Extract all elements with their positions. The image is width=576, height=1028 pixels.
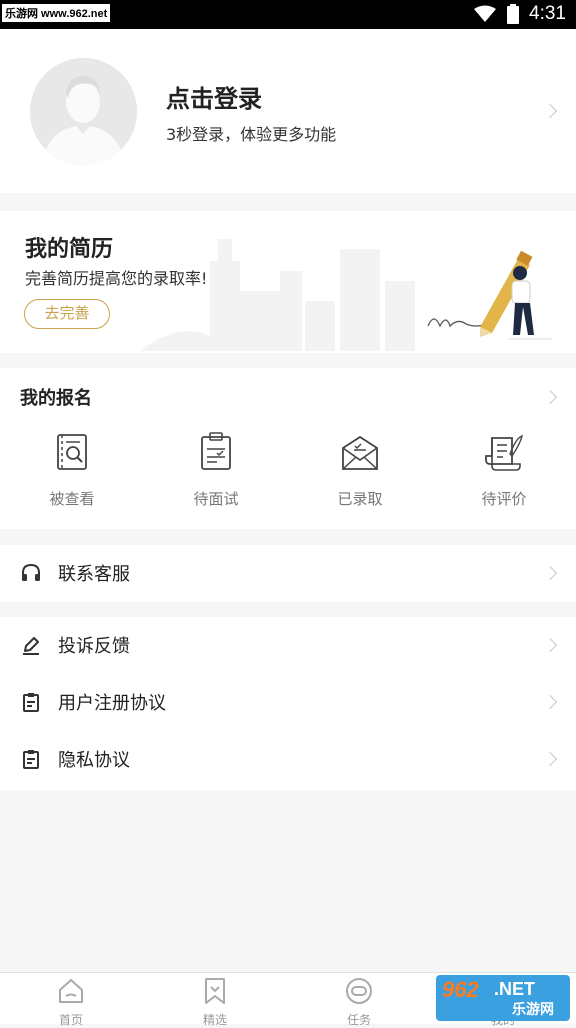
watermark-text: 乐游网 www.962.net xyxy=(2,4,111,22)
resume-subtitle: 完善简历提高您的录取率! xyxy=(25,269,208,288)
signup-item-pending-review[interactable]: 待评价 xyxy=(449,432,559,509)
signup-item-label: 待评价 xyxy=(481,490,527,508)
wifi-icon xyxy=(474,5,497,22)
login-title[interactable]: 点击登录 xyxy=(166,79,262,114)
tab-label: 任务 xyxy=(346,1013,371,1027)
resume-title: 我的简历 xyxy=(25,237,114,262)
menu-item-label: 用户注册协议 xyxy=(58,693,166,714)
profile-page: 点击登录 3秒登录，体验更多功能 我的简历 完善简历提高您的录取率! 去完善 我… xyxy=(0,29,576,972)
menu-item-privacy-policy[interactable]: 隐私协议 xyxy=(0,731,576,788)
chevron-right-icon xyxy=(542,637,558,653)
my-signups-card: 我的报名 被查看 待面试 已录取 待评价 xyxy=(0,368,576,529)
menu-item-label: 隐私协议 xyxy=(58,750,130,771)
scroll-review-icon xyxy=(485,434,523,471)
signup-item-label: 被查看 xyxy=(49,490,95,508)
menu-item-user-agreement[interactable]: 用户注册协议 xyxy=(0,674,576,731)
battery-icon xyxy=(507,4,520,24)
default-avatar-icon xyxy=(30,58,137,165)
signup-item-pending-interview[interactable]: 待面试 xyxy=(161,432,271,509)
chevron-right-icon xyxy=(542,751,558,767)
resume-card[interactable]: 我的简历 完善简历提高您的录取率! 去完善 xyxy=(0,211,576,353)
menu-item-feedback[interactable]: 投诉反馈 xyxy=(0,617,576,674)
signup-item-accepted[interactable]: 已录取 xyxy=(305,432,415,509)
login-card[interactable]: 点击登录 3秒登录，体验更多功能 xyxy=(0,29,576,193)
chevron-right-icon xyxy=(542,694,558,710)
watermark-net: .NET xyxy=(494,979,536,999)
envelope-accepted-icon xyxy=(342,435,378,470)
chevron-right-icon[interactable] xyxy=(542,389,558,405)
headset-icon xyxy=(22,563,40,581)
watermark-logo: 962 .NET 乐游网 xyxy=(436,975,570,1021)
clipboard-interview-icon xyxy=(201,432,231,470)
signup-item-label: 待面试 xyxy=(193,490,239,508)
signup-item-viewed[interactable]: 被查看 xyxy=(17,432,127,509)
complete-resume-button[interactable]: 去完善 xyxy=(24,299,110,329)
status-bar: 乐游网 www.962.net 4:31 xyxy=(0,0,576,29)
tab-label: 精选 xyxy=(202,1013,227,1027)
customer-service-label: 联系客服 xyxy=(58,564,130,585)
watermark-cn: 乐游网 xyxy=(512,1001,554,1017)
avatar[interactable] xyxy=(30,58,137,165)
chevron-right-icon xyxy=(542,103,558,119)
status-time: 4:31 xyxy=(529,3,566,24)
watermark-brand: 962 xyxy=(442,977,479,1002)
pencil-person-illustration xyxy=(427,250,552,340)
customer-service-row[interactable]: 联系客服 xyxy=(0,545,576,602)
edit-icon xyxy=(23,637,39,655)
tab-featured[interactable]: 精选 xyxy=(175,977,255,1028)
document-icon xyxy=(23,750,39,769)
viewed-icon xyxy=(57,434,87,470)
chevron-right-icon xyxy=(542,565,558,581)
home-icon xyxy=(59,979,83,1003)
tab-home[interactable]: 首页 xyxy=(31,977,111,1028)
login-subtitle: 3秒登录，体验更多功能 xyxy=(166,125,337,144)
task-icon xyxy=(346,978,372,1004)
tab-tasks[interactable]: 任务 xyxy=(319,977,399,1028)
my-signups-title: 我的报名 xyxy=(20,388,92,409)
tab-label: 首页 xyxy=(58,1013,83,1027)
menu-item-label: 投诉反馈 xyxy=(58,636,130,657)
bookmark-icon xyxy=(205,978,225,1004)
settings-menu: 投诉反馈 用户注册协议 隐私协议 xyxy=(0,617,576,790)
signup-item-label: 已录取 xyxy=(337,490,383,508)
document-icon xyxy=(23,693,39,712)
